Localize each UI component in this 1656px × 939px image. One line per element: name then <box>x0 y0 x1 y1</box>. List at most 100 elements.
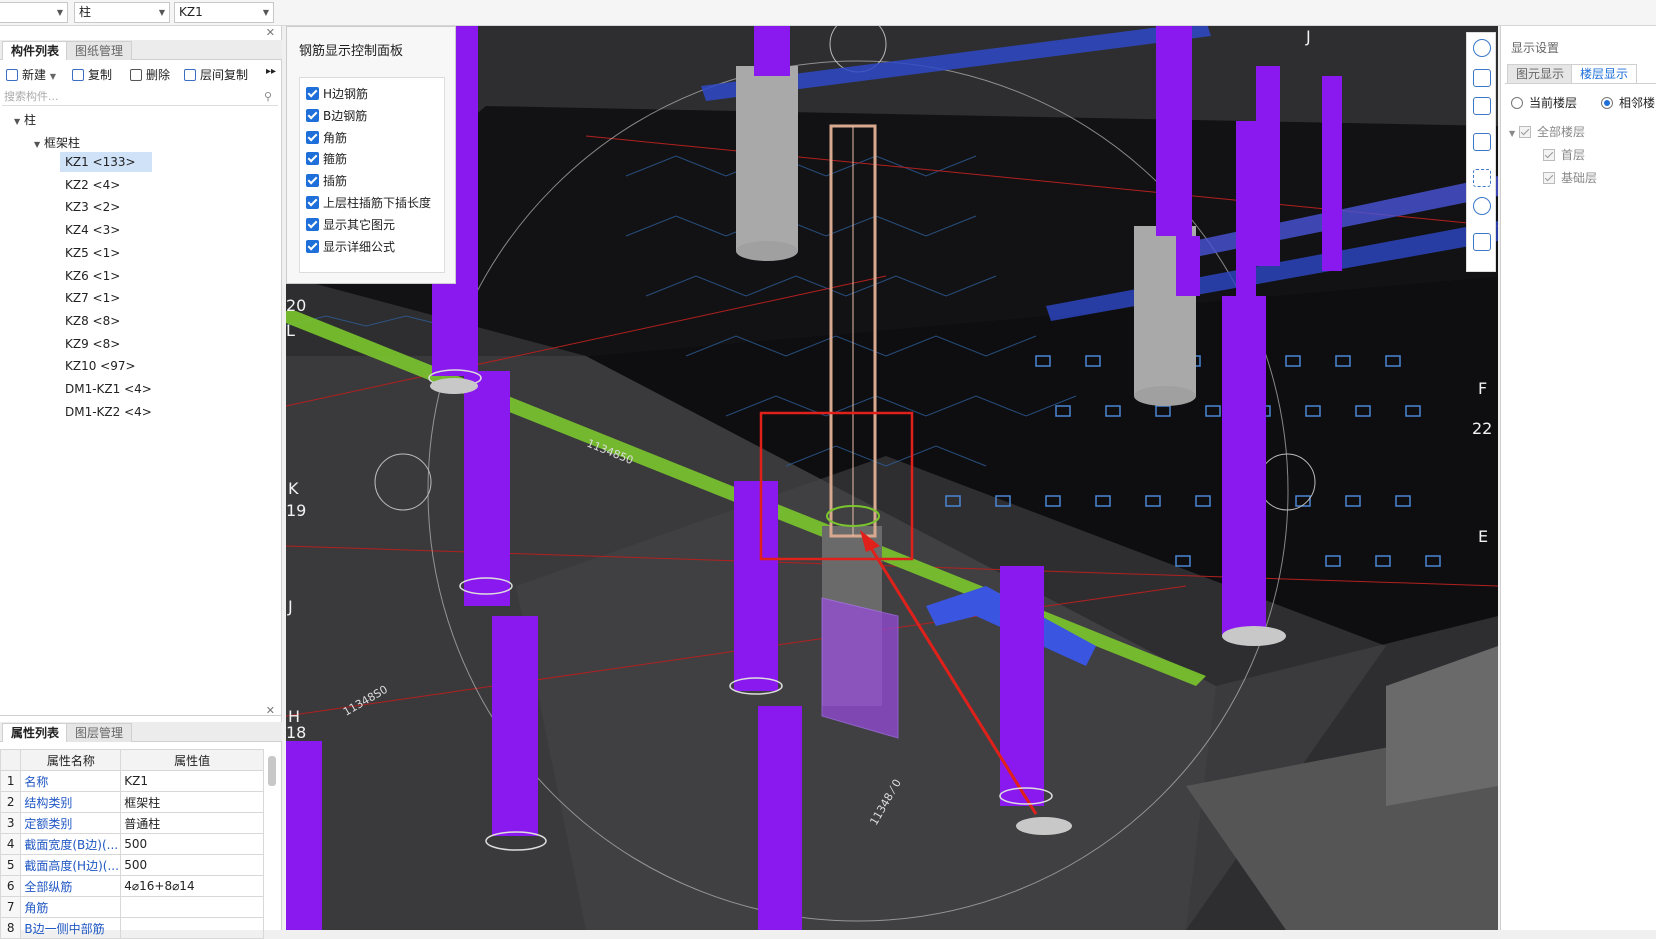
axis-label-top-J: J <box>1305 27 1311 46</box>
property-scrollbar[interactable] <box>268 756 276 786</box>
floor-copy-button[interactable]: 层间复制 <box>184 66 248 83</box>
property-value[interactable]: 普通柱 <box>120 812 264 834</box>
component-item[interactable]: KZ7 <1> <box>60 288 152 308</box>
tree-group-frame-column[interactable]: ▼ 框架柱 <box>34 134 80 151</box>
rebar-options-box: H边钢筋 B边钢筋角筋箍筋插筋上层柱插筋下插长度 显示其它图元 显示详细公式 <box>299 77 445 273</box>
copy-button[interactable]: 复制 <box>72 66 112 83</box>
rebar-option-checkbox[interactable]: 上层柱插筋下插长度 <box>306 194 431 212</box>
radio-adjacent-floor[interactable]: 相邻楼 <box>1601 94 1655 111</box>
search-icon: ⚲ <box>263 90 272 103</box>
property-tabs: 属性列表 图层管理 <box>0 722 282 742</box>
property-row-number: 1 <box>0 770 22 792</box>
component-item[interactable]: KZ2 <4> <box>60 175 152 195</box>
property-row[interactable]: 4 截面宽度(B边)(... 500 <box>0 833 264 855</box>
axis-label-22: 22 <box>1472 419 1492 438</box>
floor-copy-icon <box>184 69 196 81</box>
3d-box-icon[interactable] <box>1473 97 1491 115</box>
radio-current-floor[interactable]: 当前楼层 <box>1511 94 1577 111</box>
rebar-option-checkbox[interactable]: H边钢筋 <box>306 85 368 103</box>
tab-component-list[interactable]: 构件列表 <box>2 41 69 60</box>
component-item[interactable]: DM1-KZ1 <4> <box>60 379 152 399</box>
component-item[interactable]: KZ10 <97> <box>60 356 152 376</box>
property-value[interactable] <box>120 896 264 918</box>
checkbox-disabled-icon <box>1543 149 1555 161</box>
property-name: 角筋 <box>20 896 122 918</box>
tab-drawing-management[interactable]: 图纸管理 <box>66 41 133 60</box>
component-select[interactable]: KZ1 ▼ <box>174 2 274 23</box>
component-item[interactable]: KZ5 <1> <box>60 243 152 263</box>
property-row[interactable]: 8 B边一侧中部筋 <box>0 917 264 939</box>
floor-tree-all[interactable]: ▼ 全部楼层 <box>1509 123 1585 140</box>
dynamic-view-icon[interactable] <box>1473 197 1491 215</box>
property-row-number: 6 <box>0 875 22 897</box>
settings-list-icon[interactable] <box>1473 233 1491 251</box>
footing-disc-3 <box>430 378 478 394</box>
property-row[interactable]: 3 定额类别 普通柱 <box>0 812 264 834</box>
chevron-down-icon: ▼ <box>262 8 269 17</box>
property-value[interactable]: KZ1 <box>120 770 264 792</box>
property-row-number: 8 <box>0 917 22 939</box>
search-input[interactable]: 搜索构件... ⚲ <box>2 88 278 106</box>
2d-view-icon[interactable] <box>1473 69 1491 87</box>
close-icon[interactable]: ✕ <box>266 26 275 39</box>
property-value[interactable]: 500 <box>120 854 264 876</box>
property-row-number: 2 <box>0 791 22 813</box>
cube-icon[interactable] <box>1473 133 1491 151</box>
new-button[interactable]: 新建 ▼ <box>6 66 56 83</box>
tab-layer-management[interactable]: 图层管理 <box>66 723 133 742</box>
orbit-icon[interactable] <box>1473 39 1491 57</box>
property-panel: ✕ 属性列表 图层管理 属性名称 属性值 1 名称 KZ1 2 结构类别 框架柱 3 定额类别… <box>0 704 282 939</box>
floor-foundation-label: 基础层 <box>1561 171 1598 185</box>
rebar-option-checkbox[interactable]: 箍筋 <box>306 150 347 168</box>
axis-label-F: F <box>1478 379 1487 398</box>
tab-element-display[interactable]: 图元显示 <box>1507 64 1574 83</box>
rebar-option-checkbox[interactable]: 角筋 <box>306 129 347 147</box>
floor-copy-label: 层间复制 <box>200 68 249 82</box>
rebar-option-checkbox[interactable]: 插筋 <box>306 172 347 190</box>
property-name: 名称 <box>20 770 122 792</box>
floor-item-ground[interactable]: 首层 <box>1543 146 1585 163</box>
zoom-extents-icon[interactable] <box>1473 169 1491 187</box>
rebar-option-checkbox[interactable]: 显示其它图元 <box>306 216 395 234</box>
property-value[interactable]: 4⌀16+8⌀14 <box>120 875 264 897</box>
property-row[interactable]: 5 截面高度(H边)(... 500 <box>0 854 264 876</box>
component-item[interactable]: KZ6 <1> <box>60 266 152 286</box>
axis-label-E: E <box>1478 527 1488 546</box>
tree-root-column[interactable]: ▼ 柱 <box>14 111 36 128</box>
property-row[interactable]: 1 名称 KZ1 <box>0 770 264 792</box>
tab-property-list[interactable]: 属性列表 <box>2 723 69 742</box>
component-item[interactable]: KZ9 <8> <box>60 334 152 354</box>
more-icon[interactable]: ▸▸ <box>266 66 276 77</box>
3d-viewport[interactable]: 20 L K 19 J H 18 F 22 E J 1134850 11348S… <box>286 26 1498 930</box>
rebar-panel-title: 钢筋显示控制面板 <box>299 44 404 59</box>
category-select[interactable]: 柱 ▼ <box>74 2 170 23</box>
component-toolbar: 新建 ▼ 复制 删除 层间复制 ▸▸ <box>0 63 282 87</box>
rebar-option-label: 插筋 <box>323 174 348 189</box>
tab-floor-display[interactable]: 楼层显示 <box>1571 64 1638 83</box>
property-row[interactable]: 2 结构类别 框架柱 <box>0 791 264 813</box>
property-row[interactable]: 6 全部纵筋 4⌀16+8⌀14 <box>0 875 264 897</box>
checkbox-disabled-icon <box>1543 172 1555 184</box>
delete-button[interactable]: 删除 <box>130 66 170 83</box>
component-list-panel: ✕ 构件列表 图纸管理 新建 ▼ 复制 删除 层间复制 ▸▸ 搜索构件... ⚲ … <box>0 26 282 715</box>
checkbox-checked-icon <box>306 196 319 209</box>
floor-select[interactable]: ▼ <box>0 2 68 23</box>
rebar-option-checkbox[interactable]: B边钢筋 <box>306 107 367 125</box>
property-header-row: 属性名称 属性值 <box>0 749 264 771</box>
close-icon[interactable]: ✕ <box>266 704 275 717</box>
property-row[interactable]: 7 角筋 <box>0 896 264 918</box>
component-item[interactable]: KZ4 <3> <box>60 220 152 240</box>
property-name: 结构类别 <box>20 791 122 813</box>
floor-item-foundation[interactable]: 基础层 <box>1543 169 1597 186</box>
component-item[interactable]: KZ8 <8> <box>60 311 152 331</box>
property-value[interactable]: 500 <box>120 833 264 855</box>
component-item[interactable]: KZ3 <2> <box>60 197 152 217</box>
rebar-display-control-panel: 钢筋显示控制面板 H边钢筋 B边钢筋角筋箍筋插筋上层柱插筋下插长度 显示其它图元 显示… <box>286 26 456 284</box>
component-item[interactable]: KZ1 <133> <box>60 152 152 172</box>
display-settings-title: 显示设置 <box>1511 41 1560 55</box>
property-value[interactable]: 框架柱 <box>120 791 264 813</box>
property-value[interactable] <box>120 917 264 939</box>
rebar-option-checkbox[interactable]: 显示详细公式 <box>306 238 395 256</box>
checkbox-checked-icon <box>306 87 319 100</box>
component-item[interactable]: DM1-KZ2 <4> <box>60 402 152 422</box>
